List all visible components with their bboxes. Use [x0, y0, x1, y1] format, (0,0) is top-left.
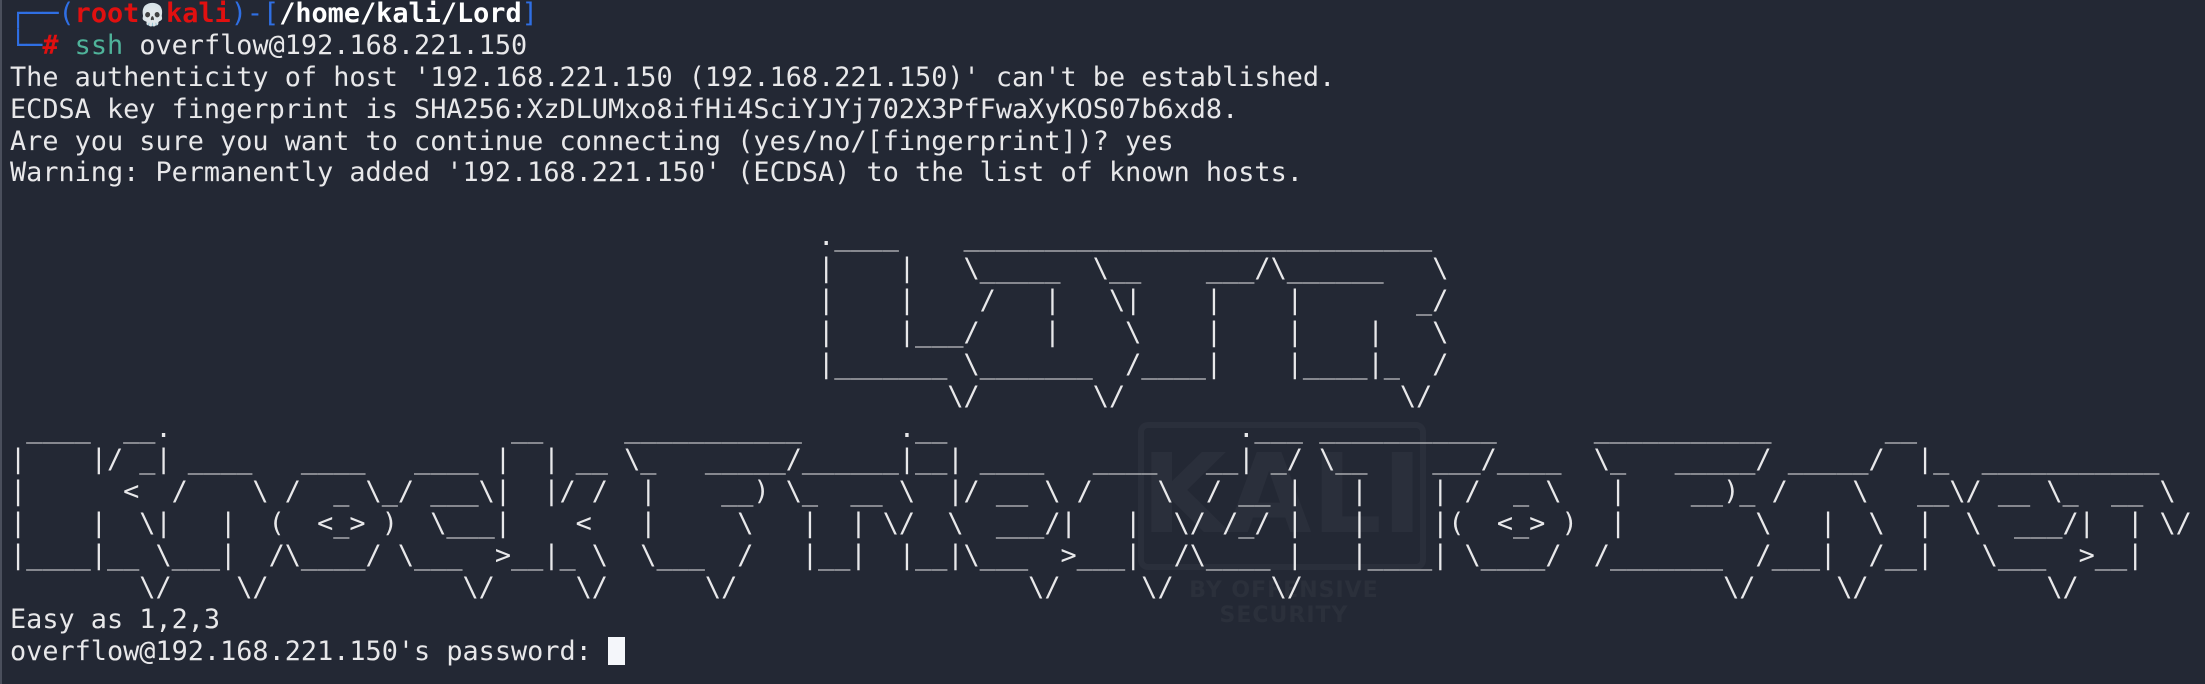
prompt-frame-bottom: └─	[10, 29, 43, 61]
motd-line: Easy as 1,2,3	[10, 603, 221, 635]
text-cursor[interactable]	[607, 636, 625, 666]
prompt-separator: )-[	[230, 0, 280, 29]
banner-motto-row: \/ \/ \/ \/ \/ \/ \/ \/ \/ \/ \/	[10, 572, 2205, 604]
banner-word-knock: ____ __. __	[10, 412, 544, 444]
banner-word-to: ___________	[1319, 412, 1497, 444]
banner-word-enter: | __)_ / \ __\/ __ \_ __ \	[1593, 476, 2176, 508]
banner-lotr-row: |_______ \_______ /____| |____|_ /	[10, 349, 2205, 381]
banner-word-knock: | |/ _| ____ ____ ____ | | __	[10, 444, 608, 476]
prompt-frame-top: ┌──(	[10, 0, 75, 29]
output-line: The authenticity of host '192.168.221.15…	[10, 61, 1336, 93]
banner-word-to: | | / _ \	[1319, 476, 1562, 508]
command-args: overflow@192.168.221.150	[123, 29, 528, 61]
terminal-output: ┌──(root💀kali)-[/home/kali/Lord] └─# ssh…	[10, 0, 2205, 668]
banner-word-knock: \/ \/ \/ \/	[10, 572, 608, 604]
skull-icon: 💀	[139, 3, 167, 28]
output-line: ECDSA key fingerprint is SHA256:XzDLUMxo…	[10, 93, 1239, 125]
terminal-window[interactable]: KALI BY OFFENSIVE SECURITY ┌──(root💀kali…	[0, 0, 2205, 684]
banner-word-knock: |____|__ \___| /\____/ \___ >__|_ \	[10, 540, 608, 572]
prompt-cwd: /home/kali/Lord	[279, 0, 522, 29]
banner-word-knock: | | \| | ( <_> ) \___| <	[10, 508, 592, 540]
output-line: Warning: Permanently added '192.168.221.…	[10, 157, 1303, 189]
banner-word-enter: \_ _____/ _____/ |_ ___________	[1593, 444, 2160, 476]
banner-word-enter: \/ \/ \/	[1593, 572, 2079, 604]
prompt-user: root	[74, 0, 140, 29]
banner-word-friend: \/ \/ \/ \/	[624, 572, 1303, 604]
banner-lotr-text: .____ _____________________________	[818, 221, 1433, 253]
banner-word-friend: \_ _____/______|__| ____ ____ __| _/	[624, 444, 1303, 476]
prompt-line: ┌──(root💀kali)-[/home/kali/Lord]	[10, 0, 2205, 30]
output-line: Are you sure you want to continue connec…	[10, 125, 1174, 157]
prompt-bracket-end: ]	[521, 0, 538, 29]
root-hash-symbol: #	[42, 29, 59, 61]
banner-motto-row: | |/ _| ____ ____ ____ | | __ \_ _____/__…	[10, 444, 2205, 476]
banner-word-enter: /_______ /___| /__| \___ >__|	[1593, 540, 2144, 572]
banner-motto-row: |____|__ \___| /\____/ \___ >__|_ \ \___…	[10, 540, 2205, 572]
banner-word-enter: | \ | \ | \ ___/| | \/	[1593, 508, 2192, 540]
banner-lotr-text: | | / | \| | | _/	[818, 285, 1449, 317]
command-name: ssh	[74, 29, 124, 61]
banner-word-enter: ___________ __	[1593, 412, 1918, 444]
banner-motto-row: | < / \ / _ \_/ ___\| |/ / | __) \_ __ \…	[10, 476, 2205, 508]
banner-word-friend: ___________ .__ .___	[624, 412, 1303, 444]
banner-word-to: \__ ___/____	[1319, 444, 1562, 476]
banner-word-knock: | < / \ / _ \_/ ___\| |/ /	[10, 476, 608, 508]
banner-lotr-row: \/ \/ \/	[10, 381, 2205, 413]
password-line[interactable]: overflow@192.168.221.150's password:	[10, 636, 2205, 668]
banner-motto-row: | | \| | ( <_> ) \___| < | \ | | \/ \ __…	[10, 508, 2205, 540]
banner-word-friend: | __) \_ __ \ |/ __ \ / \ / __ |	[624, 476, 1303, 508]
command-line: └─# ssh overflow@192.168.221.150	[10, 30, 2205, 62]
banner-lotr-text: |_______ \_______ /____| |____|_ /	[818, 348, 1449, 380]
banner-lotr-row: | |___/ | \ | | | \	[10, 317, 2205, 349]
banner-word-friend: \___ / |__| |__|\___ >___| /\____ |	[624, 540, 1303, 572]
banner-word-to: | |( <_> )	[1319, 508, 1578, 540]
prompt-host: kali	[166, 0, 231, 29]
banner-lotr-row: .____ _____________________________	[10, 221, 2205, 253]
banner-motto-row: ____ __. __ ___________ .__ .___ _________…	[10, 413, 2205, 445]
banner-word-friend: | \ | | \/ \ ___/| | \/ /_/ |	[624, 508, 1303, 540]
banner-lotr-row: | | \_____ \__ ___/\______ \	[10, 253, 2205, 285]
banner-lotr-row: | | / | \| | | _/	[10, 285, 2205, 317]
banner-lotr-text: \/ \/ \/	[818, 380, 1433, 412]
banner-lotr-text: | | \_____ \__ ___/\______ \	[818, 253, 1449, 285]
password-prompt: overflow@192.168.221.150's password:	[10, 635, 608, 667]
banner-lotr-text: | |___/ | \ | | | \	[818, 316, 1449, 348]
banner-word-to: |____| \____/	[1319, 540, 1562, 572]
